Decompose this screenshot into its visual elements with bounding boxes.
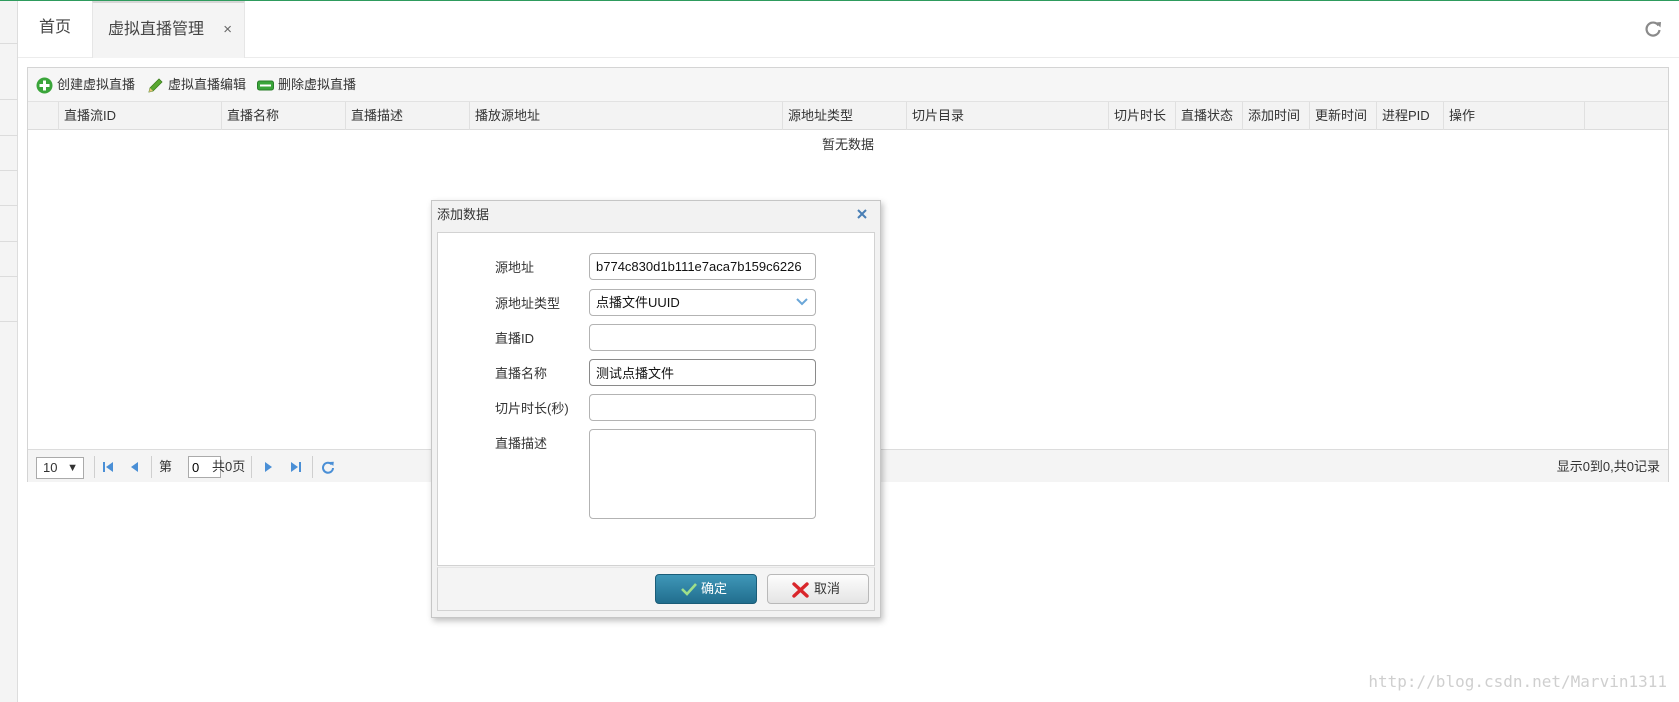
description-label: 直播描述 bbox=[495, 436, 548, 451]
pager-separator bbox=[151, 456, 152, 478]
delete-icon bbox=[257, 80, 274, 91]
page-size-select[interactable]: 10 ▼ bbox=[36, 457, 84, 479]
pager-separator bbox=[312, 456, 313, 478]
live-name-label: 直播名称 bbox=[495, 366, 548, 381]
column-header[interactable]: 直播名称 bbox=[222, 102, 346, 130]
empty-message: 暂无数据 bbox=[821, 137, 874, 152]
last-page-icon[interactable] bbox=[289, 460, 303, 474]
sidebar-divider bbox=[0, 170, 18, 171]
column-header[interactable]: 添加时间 bbox=[1243, 102, 1310, 130]
column-header[interactable]: 操作 bbox=[1444, 102, 1585, 130]
refresh-icon[interactable] bbox=[1642, 18, 1664, 40]
check-icon bbox=[681, 583, 697, 596]
tab-bar: 首页 虚拟直播管理 × bbox=[18, 1, 1679, 58]
sidebar-divider bbox=[0, 99, 18, 100]
live-name-input[interactable] bbox=[589, 359, 816, 386]
tab-close-icon[interactable]: × bbox=[223, 3, 232, 57]
sidebar-divider bbox=[0, 241, 18, 242]
prev-page-icon[interactable] bbox=[128, 460, 142, 474]
create-live-button[interactable]: 创建虚拟直播 bbox=[36, 68, 135, 102]
sidebar-divider bbox=[0, 135, 18, 136]
edit-icon bbox=[148, 78, 163, 93]
cancel-label: 取消 bbox=[814, 581, 841, 596]
row-number-header bbox=[28, 102, 59, 130]
first-page-icon[interactable] bbox=[101, 460, 115, 474]
next-page-icon[interactable] bbox=[261, 460, 275, 474]
sidebar-divider bbox=[0, 43, 18, 44]
dialog-title: 添加数据 bbox=[437, 207, 490, 222]
column-header[interactable]: 切片目录 bbox=[907, 102, 1109, 130]
confirm-label: 确定 bbox=[701, 581, 728, 596]
reload-icon[interactable] bbox=[321, 460, 335, 474]
dropdown-arrow-icon: ▼ bbox=[67, 462, 78, 474]
pager-separator bbox=[94, 456, 95, 478]
pager-info: 显示0到0,共0记录 bbox=[1556, 459, 1660, 474]
description-textarea[interactable] bbox=[589, 429, 816, 519]
edit-live-button[interactable]: 虚拟直播编辑 bbox=[147, 68, 246, 102]
page-total: 共0页 bbox=[212, 459, 246, 474]
column-header[interactable]: 直播状态 bbox=[1176, 102, 1243, 130]
add-icon bbox=[36, 77, 53, 94]
source-type-label: 源地址类型 bbox=[495, 296, 561, 311]
tab-virtual-live-management[interactable]: 虚拟直播管理 × bbox=[92, 1, 245, 58]
delete-live-button[interactable]: 删除虚拟直播 bbox=[257, 68, 356, 102]
cancel-x-icon bbox=[792, 582, 809, 598]
column-header[interactable]: 源地址类型 bbox=[783, 102, 907, 130]
sidebar-divider bbox=[0, 321, 18, 322]
cancel-button[interactable]: 取消 bbox=[767, 574, 869, 604]
column-header[interactable]: 播放源地址 bbox=[470, 102, 783, 130]
column-header[interactable]: 直播描述 bbox=[346, 102, 470, 130]
tab-home[interactable]: 首页 bbox=[18, 1, 92, 58]
column-header[interactable]: 切片时长 bbox=[1109, 102, 1176, 130]
tab-label: 虚拟直播管理 bbox=[108, 21, 205, 38]
pager-separator bbox=[251, 456, 252, 478]
live-id-label: 直播ID bbox=[495, 331, 535, 346]
watermark: http://blog.csdn.net/Marvin1311 bbox=[1368, 672, 1667, 691]
page-size-value: 10 bbox=[43, 460, 58, 475]
sidebar-divider bbox=[0, 205, 18, 206]
slice-length-input[interactable] bbox=[589, 394, 816, 421]
sidebar-divider bbox=[0, 276, 18, 277]
dialog-form: 源地址 b774c830d1b111e7aca7b159c6226 源地址类型 … bbox=[437, 232, 875, 566]
slice-length-label: 切片时长(秒) bbox=[495, 401, 569, 416]
source-type-select[interactable]: 点播文件UUID bbox=[589, 289, 816, 316]
column-header[interactable]: 更新时间 bbox=[1310, 102, 1377, 130]
live-id-input[interactable] bbox=[589, 324, 816, 351]
column-header[interactable]: 直播流ID bbox=[59, 102, 222, 130]
source-type-value: 点播文件UUID bbox=[596, 295, 680, 310]
sidebar bbox=[0, 1, 18, 702]
table-header: 直播流ID 直播名称 直播描述 播放源地址 源地址类型 切片目录 切片时长 直播… bbox=[28, 102, 1668, 130]
source-input[interactable]: b774c830d1b111e7aca7b159c6226 bbox=[589, 253, 816, 280]
source-label: 源地址 bbox=[495, 260, 535, 275]
close-icon[interactable] bbox=[854, 206, 870, 222]
column-header[interactable]: 进程PID bbox=[1377, 102, 1444, 130]
confirm-button[interactable]: 确定 bbox=[655, 574, 757, 604]
chevron-down-icon bbox=[796, 298, 808, 306]
grid-toolbar: 创建虚拟直播 虚拟直播编辑 删除虚拟直播 bbox=[28, 68, 1668, 102]
add-data-dialog: 添加数据 源地址 b774c830d1b111e7aca7b159c6226 源… bbox=[431, 200, 881, 618]
page-prefix: 第 bbox=[159, 459, 173, 474]
dialog-footer: 确定 取消 bbox=[437, 567, 875, 611]
